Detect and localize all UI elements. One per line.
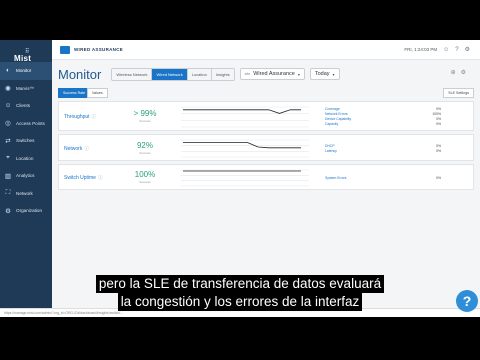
sidebar-item-access-points[interactable]: ◎ Access Points bbox=[0, 115, 52, 133]
date-time: FRI, 1:24:03 PM bbox=[404, 47, 438, 52]
site-label: site bbox=[244, 72, 251, 76]
marvis-icon: ◉ bbox=[5, 85, 11, 93]
sle-line-chart bbox=[181, 139, 309, 158]
sidebar-item-label: Switches bbox=[16, 138, 35, 144]
sidebar-item-label: Analytics bbox=[16, 173, 35, 179]
metric-name[interactable]: Network ⓘ bbox=[64, 146, 89, 152]
series-line bbox=[183, 109, 301, 114]
analytics-icon: ▥ bbox=[4, 172, 12, 180]
classifier-label: Capacity bbox=[325, 122, 339, 126]
sle-card[interactable]: Switch Uptime ⓘ 100% Success System Errors 0% bbox=[58, 164, 474, 190]
series-line bbox=[183, 142, 301, 149]
sidebar-item-monitor[interactable]: ◐ Monitor bbox=[0, 62, 52, 80]
sidebar-item-label: Marvis™ bbox=[16, 85, 35, 91]
network-type-selector: Wireless Network Wired Network Location Ins… bbox=[111, 67, 235, 81]
subtitle-line-2: la congestión y los errores de la interf… bbox=[117, 293, 363, 311]
page-header: Monitor Wireless Network Wired Network Loc… bbox=[52, 60, 480, 88]
sle-settings-button[interactable]: SLE Settings bbox=[443, 88, 474, 98]
classifier-percent: 0% bbox=[436, 122, 441, 126]
classifier-percent: 0% bbox=[436, 148, 441, 153]
metric-name-label: Network bbox=[64, 145, 83, 152]
metric-name-label: Throughput bbox=[64, 114, 90, 120]
access-points-icon: ◎ bbox=[5, 120, 11, 128]
classifier-row[interactable]: Capacity 0% bbox=[325, 122, 441, 127]
location-icon: ⌖ bbox=[6, 154, 10, 162]
classifier-list: DHCP 0% Latency 0% bbox=[325, 144, 441, 154]
gear-icon[interactable]: ⚙ bbox=[461, 69, 466, 76]
top-bar: WIRED ASSURANCE FRI, 1:24:03 PM ☺ ? ⚙ bbox=[52, 40, 480, 60]
metric-sub-label: Success bbox=[139, 150, 151, 155]
metric-value: 100% bbox=[134, 170, 156, 179]
classifier-percent: 0% bbox=[436, 175, 441, 180]
info-icon[interactable]: ⓘ bbox=[84, 146, 89, 151]
sidebar-item-organization[interactable]: ⚙ Organization bbox=[0, 202, 52, 220]
top-right: FRI, 1:24:03 PM ☺ ? ⚙ bbox=[404, 46, 470, 54]
period-value: Today bbox=[314, 71, 330, 77]
organization-icon: ⚙ bbox=[5, 207, 11, 215]
org-logo-icon bbox=[60, 45, 70, 54]
header-icons: ⊕ ⚙ bbox=[451, 69, 466, 76]
metric-value: 92% bbox=[136, 140, 153, 150]
zoom-icon[interactable]: ⊕ bbox=[451, 69, 456, 76]
tab-success-rate[interactable]: Success Rate bbox=[58, 88, 91, 98]
settings-icon[interactable]: ⚙ bbox=[465, 46, 470, 53]
network-icon: ⛶ bbox=[5, 189, 11, 197]
segment-insights[interactable]: Insights bbox=[211, 68, 234, 80]
site-value: Wired Assurance bbox=[253, 71, 295, 77]
monitor-icon: ◐ bbox=[6, 67, 10, 75]
user-icon[interactable]: ☺ bbox=[443, 47, 449, 53]
sle-card[interactable]: Throughput ⓘ > 99% Success Coverage 0% Network… bbox=[58, 101, 474, 131]
metric-name[interactable]: Switch Uptime ⓘ bbox=[64, 175, 102, 181]
chevron-down-icon: ▾ bbox=[297, 71, 300, 77]
sidebar-item-network[interactable]: ⛶ Network bbox=[0, 185, 52, 203]
classifier-row[interactable]: System Errors 0% bbox=[325, 176, 441, 181]
metric-name[interactable]: Throughput ⓘ bbox=[64, 114, 96, 120]
info-icon[interactable]: ⓘ bbox=[92, 114, 97, 119]
segment-wired-network[interactable]: Wired Network bbox=[152, 68, 188, 80]
sle-line-chart bbox=[181, 169, 309, 187]
metric-sub-label: Success bbox=[139, 119, 151, 123]
sidebar-item-switches[interactable]: ⇄ Switches bbox=[0, 132, 52, 150]
sidebar-item-label: Monitor bbox=[16, 68, 32, 74]
org-name: WIRED ASSURANCE bbox=[74, 47, 124, 52]
metric-value: > 99% bbox=[133, 109, 157, 118]
mist-logo: ⠿ Mist bbox=[0, 40, 52, 63]
sidebar-item-location[interactable]: ⌖ Location bbox=[0, 150, 52, 168]
brand-name: Mist bbox=[14, 54, 32, 63]
subtitle-line-1: pero la SLE de transferencia de datos ev… bbox=[95, 275, 385, 293]
sidebar-item-clients[interactable]: ☺ Clients bbox=[0, 97, 52, 115]
sidebar-item-analytics[interactable]: ▥ Analytics bbox=[0, 167, 52, 185]
sle-tabs: Success Rate Values SLE Settings bbox=[58, 88, 474, 98]
classifier-label: System Errors bbox=[325, 175, 347, 180]
sidebar-item-label: Location bbox=[16, 155, 34, 161]
chevron-down-icon: ▾ bbox=[332, 71, 335, 77]
switches-icon: ⇄ bbox=[5, 137, 11, 145]
metric-sub-label: Success bbox=[139, 180, 151, 184]
help-chat-button[interactable]: ? bbox=[456, 290, 478, 312]
tab-values[interactable]: Values bbox=[87, 88, 108, 98]
period-dropdown[interactable]: Today ▾ bbox=[309, 68, 340, 80]
video-subtitle: pero la SLE de transferencia de datos ev… bbox=[0, 275, 480, 311]
sidebar-item-label: Organization bbox=[16, 208, 43, 214]
sidebar-item-label: Clients bbox=[16, 103, 31, 109]
page-title: Monitor bbox=[58, 66, 102, 82]
sidebar-item-marvis[interactable]: ◉ Marvis™ bbox=[0, 80, 52, 98]
sle-line-chart bbox=[181, 106, 309, 128]
sidebar-item-label: Access Points bbox=[16, 120, 45, 126]
segment-location[interactable]: Location bbox=[187, 68, 212, 80]
classifier-list: Coverage 0% Network Errors 100% Device Capab… bbox=[325, 107, 441, 127]
sle-card[interactable]: Network ⓘ 92% Success DHCP 0% Latency 0% bbox=[58, 134, 474, 161]
clients-icon: ☺ bbox=[4, 102, 12, 110]
metric-name-label: Switch Uptime bbox=[64, 175, 96, 181]
classifier-row[interactable]: Latency 0% bbox=[325, 149, 441, 154]
site-dropdown[interactable]: site Wired Assurance ▾ bbox=[239, 68, 305, 80]
classifier-label: Latency bbox=[325, 148, 337, 153]
segment-wireless-network[interactable]: Wireless Network bbox=[112, 68, 153, 80]
sidebar-item-label: Network bbox=[16, 190, 33, 196]
help-icon[interactable]: ? bbox=[455, 47, 458, 53]
classifier-list: System Errors 0% bbox=[325, 176, 441, 181]
info-icon[interactable]: ⓘ bbox=[98, 175, 103, 180]
